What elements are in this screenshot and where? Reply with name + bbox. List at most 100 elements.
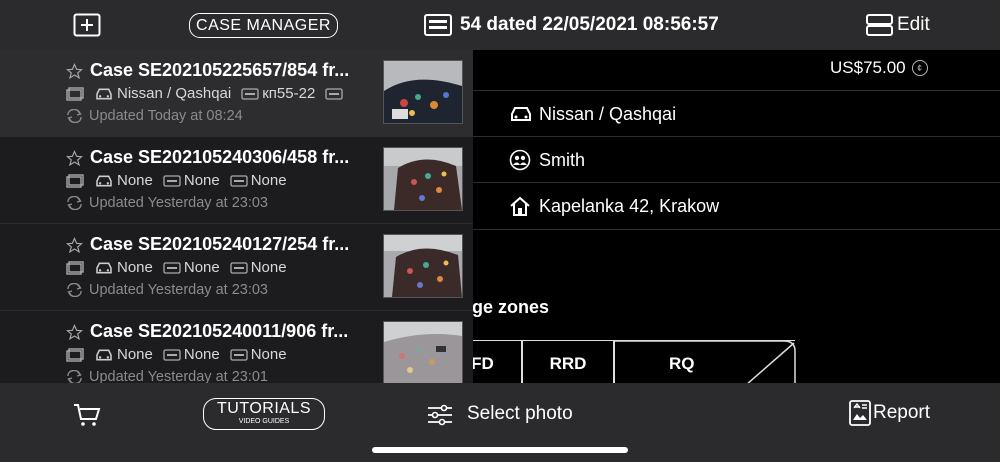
filter-button[interactable]: [425, 402, 455, 428]
case-list-item[interactable]: Case SE202105240127/254 fr... None None …: [0, 224, 473, 311]
star-icon[interactable]: [66, 63, 83, 80]
case-list-item[interactable]: Case SE202105240306/458 fr... None None …: [0, 137, 473, 224]
case-updated: Updated Yesterday at 23:01: [66, 369, 268, 383]
vehicle-meta: None: [94, 172, 153, 189]
tutorials-sublabel: VIDEO GUIDES: [238, 418, 290, 425]
plate-icon: [241, 87, 259, 100]
edit-label: Edit: [897, 14, 930, 35]
case-title: Case SE202105240127/254 fr...: [90, 234, 350, 254]
plate-icon: [163, 174, 181, 187]
sync-icon: [67, 283, 82, 297]
vin-icon: [230, 261, 248, 274]
case-list-item[interactable]: Case SE202105225657/854 fr... Nissan / Q…: [0, 50, 473, 137]
plate-meta: None: [163, 346, 220, 363]
plate-meta: None: [163, 172, 220, 189]
case-manager-logo: CASE MANAGER: [189, 13, 338, 38]
case-updated: Updated Yesterday at 23:03: [66, 282, 268, 298]
case-list-item[interactable]: Case SE202105240011/906 fr... None None …: [0, 311, 473, 383]
updated-text: Updated Yesterday at 23:01: [89, 369, 268, 383]
case-title: Case SE202105225657/854 fr...: [90, 60, 350, 80]
people-icon: [509, 149, 535, 171]
plate-text: None: [183, 259, 220, 276]
plate-icon: [163, 261, 181, 274]
vin-text: None: [250, 259, 287, 276]
address-row[interactable]: Kapelanka 42, Krakow: [473, 182, 1000, 230]
cart-icon: [74, 404, 101, 426]
sliders-icon: [428, 404, 452, 426]
vehicle-meta: None: [94, 259, 153, 276]
select-photo-label: Select photo: [467, 403, 573, 424]
plate-text: None: [183, 172, 220, 189]
case-meta: None None None: [66, 172, 297, 189]
car-icon: [96, 88, 112, 99]
top-bar: CASE MANAGER 54 dated 22/05/2021 08:56:5…: [0, 0, 1000, 50]
vehicle-meta: None: [94, 346, 153, 363]
tutorials-label: TUTORIALS: [217, 400, 311, 417]
case-thumbnail: [383, 234, 463, 298]
updated-text: Updated Yesterday at 23:03: [89, 195, 268, 211]
card-icon: [424, 14, 452, 36]
vin-meta: None: [230, 172, 287, 189]
vin-icon: [230, 348, 248, 361]
case-title: Case SE202105240011/906 fr...: [90, 321, 349, 341]
vehicle-text: Nissan / Qashqai: [117, 85, 232, 102]
vehicle-text: None: [117, 172, 153, 189]
price-label: US$75.00 ¢: [830, 58, 928, 78]
vehicle-text: Nissan / Qashqai: [539, 103, 677, 124]
photo-icon: [66, 86, 84, 101]
plate-text: None: [183, 346, 220, 363]
damage-zones-heading: age zones: [462, 297, 550, 317]
case-list: Case SE202105225657/854 fr... Nissan / Q…: [0, 50, 473, 383]
select-photo-button[interactable]: Select photo: [467, 398, 573, 430]
zone-rrd[interactable]: RRD: [521, 340, 615, 383]
sync-icon: [67, 109, 82, 123]
star-icon[interactable]: [66, 324, 83, 341]
home-icon: [509, 195, 535, 217]
report-icon: [849, 400, 871, 426]
vin-meta: [325, 87, 343, 100]
case-title: 54 dated 22/05/2021 08:56:57: [460, 14, 719, 35]
star-icon[interactable]: [66, 237, 83, 254]
plate-meta: None: [163, 259, 220, 276]
coin-icon: ¢: [911, 60, 928, 76]
updated-text: Updated Yesterday at 23:03: [89, 282, 268, 298]
star-icon[interactable]: [66, 150, 83, 167]
address-text: Kapelanka 42, Krakow: [539, 195, 720, 216]
damage-zones-table: FD RRD RQ: [462, 340, 796, 383]
vin-icon: [230, 174, 248, 187]
case-thumbnail: [383, 60, 463, 124]
sync-icon: [67, 196, 82, 210]
vehicle-row[interactable]: Nissan / Qashqai: [473, 90, 1000, 137]
vin-text: None: [250, 346, 287, 363]
car-icon: [96, 349, 112, 360]
plate-meta: кп55-22: [241, 85, 315, 102]
sidebar-toggle-button[interactable]: [423, 13, 453, 37]
case-thumbnail: [383, 321, 463, 383]
client-text: Smith: [539, 149, 586, 170]
car-icon: [96, 262, 112, 273]
zone-rq[interactable]: RQ: [613, 340, 796, 383]
report-label: Report: [873, 402, 931, 423]
vehicle-text: None: [117, 346, 153, 363]
report-button[interactable]: Report: [849, 400, 930, 426]
case-thumbnail: [383, 147, 463, 211]
price-value: US$75.00: [830, 58, 906, 77]
case-title: Case SE202105240306/458 fr...: [90, 147, 350, 167]
cart-button[interactable]: [72, 401, 102, 429]
photo-icon: [66, 347, 84, 362]
photo-icon: [66, 260, 84, 275]
add-case-button[interactable]: [73, 12, 101, 38]
car-icon: [96, 175, 112, 186]
case-meta: None None None: [66, 346, 297, 363]
case-meta: Nissan / Qashqai кп55-22: [66, 85, 353, 102]
tutorials-button[interactable]: TUTORIALS VIDEO GUIDES: [203, 398, 325, 430]
zone-rq-outline: [614, 340, 796, 383]
case-meta: None None None: [66, 259, 297, 276]
vin-meta: None: [230, 346, 287, 363]
rows-icon: [866, 14, 893, 36]
plate-icon: [163, 348, 181, 361]
client-row[interactable]: Smith: [473, 136, 1000, 183]
edit-button[interactable]: Edit: [866, 10, 930, 40]
case-updated: Updated Today at 08:24: [66, 108, 243, 124]
vin-icon: [325, 87, 343, 100]
